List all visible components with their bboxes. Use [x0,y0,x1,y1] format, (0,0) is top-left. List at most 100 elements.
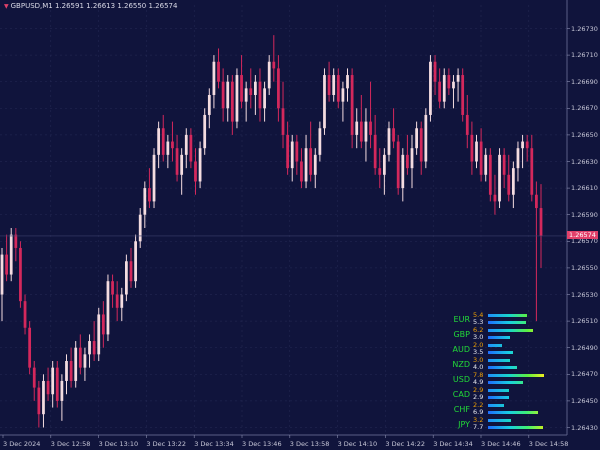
candle-bear [281,108,285,135]
currency-name: CHF [453,405,470,414]
candle-bear [488,154,492,195]
strength-value-2: 2.9 [473,393,484,401]
strength-row-nzd: NZD 3.0 4.0 [440,357,600,372]
candle-bull [125,261,128,295]
candle-bull [9,234,13,275]
candle-bear [277,68,280,109]
strength-bar-2 [488,411,538,414]
candle-bear [194,161,197,182]
currency-name: AUD [452,345,471,354]
candle-bear [309,148,313,175]
candle-bear [249,88,253,95]
candle-bull [323,75,326,129]
strength-value-2: 7.7 [473,423,484,431]
candle-bull [332,75,336,95]
candle-bull [42,380,45,415]
strength-value-2: 3.0 [473,333,484,341]
currency-name: NZD [452,360,470,369]
candle-bull [484,154,488,175]
candle-bull [304,148,308,182]
candle-bear [221,81,225,109]
strength-value-2: 5.3 [473,318,484,326]
candle-bull [424,114,428,162]
candle-bull [138,214,142,242]
currency-name: JPY [458,420,470,429]
candle-bull [401,154,405,189]
candle-bear [5,254,8,275]
candle-bear [300,161,303,182]
candle-bull [88,341,91,355]
strength-row-usd: USD 7.8 4.9 [440,372,600,387]
candle-bull [318,128,322,155]
candle-bull [387,128,391,155]
candle-bull [410,148,414,169]
candle-bull [456,75,460,82]
candle-bear [115,294,119,308]
candle-bull [65,361,68,381]
candle-bull [355,121,359,135]
symbol-ohlc-text: GBPUSD,M1 1.26591 1.26613 1.26550 1.2657… [10,2,178,10]
currency-name: USD [452,375,470,384]
candle-bear [286,134,290,169]
strength-row-eur: EUR 5.4 5.3 [440,312,600,327]
currency-name: EUR [453,315,470,324]
candle-bear [530,148,534,195]
price-tick-label: 1.26550 [571,263,598,272]
strength-bar-1 [488,419,511,422]
candle-bull [212,61,216,95]
candle-bear [69,361,73,381]
candle-bear [479,141,483,175]
candle-bull [511,168,515,195]
candle-bull [83,354,87,368]
candle-bear [148,188,151,202]
symbol-menu-icon[interactable]: ▼ [4,3,9,10]
candle-bull [226,81,230,109]
strength-row-jpy: JPY 3.2 7.7 [440,417,600,432]
candle-bear [240,75,243,102]
candle-bull [475,141,478,162]
candle-bear [14,234,18,248]
candle-bear [161,128,165,155]
strength-bar-2 [488,336,510,339]
candle-bear [55,367,59,401]
time-tick-label: 3 Dec 13:46 [242,440,282,448]
symbol-header: ▼ GBPUSD,M1 1.26591 1.26613 1.26550 1.265… [4,2,177,10]
candle-bear [295,141,299,162]
candle-bull [341,88,345,102]
candle-bull [180,154,184,175]
strength-bar-2 [488,426,543,429]
chart-window[interactable]: ▼ GBPUSD,M1 1.26591 1.26613 1.26550 1.265… [0,0,600,450]
strength-row-cad: CAD 2.9 2.9 [440,387,600,402]
candle-bull [244,88,248,102]
candle-bear [171,141,174,149]
price-tick-label: 1.26630 [571,157,598,166]
time-tick-label: 3 Dec 14:22 [385,440,425,448]
candle-bear [438,81,442,102]
candle-bear [129,261,133,282]
candle-bull [235,75,239,122]
candle-bear [378,168,382,175]
candle-bear [336,75,340,102]
strength-bar-2 [488,396,509,399]
time-tick-label: 3 Dec 13:58 [289,440,330,448]
candle-bear [189,134,193,162]
candle-bull [60,380,64,401]
candle-bull [0,254,4,295]
candle-bull [442,75,446,102]
strength-value-2: 6.9 [473,408,484,416]
candle-bear [32,367,36,388]
candle-bear [539,208,543,236]
candle-bear [465,114,469,135]
candle-bear [470,134,474,162]
candle-bear [92,341,96,355]
strength-row-gbp: GBP 6.2 3.0 [440,327,600,342]
candle-bear [493,194,497,202]
candle-bear [433,61,437,82]
strength-value-2: 3.5 [473,348,484,356]
time-tick-label: 3 Dec 14:58 [528,440,569,448]
candle-bear [392,128,395,142]
price-tick-label: 1.26610 [571,184,598,193]
candle-bull [143,188,147,215]
candle-bear [373,134,377,169]
candle-bear [230,81,234,122]
